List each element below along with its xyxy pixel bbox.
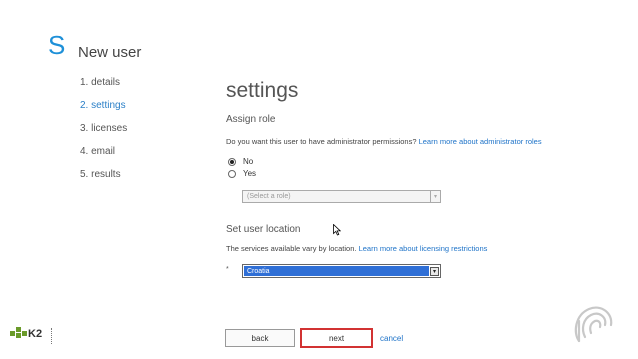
footer-divider — [51, 328, 53, 344]
learn-more-licensing-link[interactable]: Learn more about licensing restrictions — [359, 244, 488, 253]
step-settings[interactable]: 2. settings — [80, 100, 126, 111]
radio-no-option[interactable]: No — [228, 157, 253, 166]
k2-logo-mark-icon — [16, 333, 21, 338]
mouse-cursor-icon — [333, 224, 341, 236]
learn-more-admin-roles-link[interactable]: Learn more about administrator roles — [419, 137, 542, 146]
section-title: settings — [226, 79, 299, 102]
admin-question: Do you want this user to have administra… — [226, 137, 542, 146]
admin-question-text: Do you want this user to have administra… — [226, 137, 419, 146]
back-button[interactable]: back — [225, 329, 295, 347]
radio-yes-label: Yes — [243, 169, 257, 178]
location-description-text: The services available vary by location. — [226, 244, 359, 253]
chevron-down-icon[interactable]: ▾ — [430, 191, 440, 202]
k2-logo-mark-icon — [10, 331, 15, 336]
next-button[interactable]: next — [300, 328, 373, 348]
k2-logo-mark-icon — [16, 327, 21, 332]
location-select[interactable]: Croatia ▾ — [242, 264, 441, 278]
cancel-link[interactable]: cancel — [380, 334, 403, 343]
location-select-value: Croatia — [244, 266, 429, 276]
k2-logo-mark-icon — [22, 331, 27, 336]
radio-yes[interactable] — [228, 169, 236, 178]
chevron-down-icon[interactable]: ▾ — [430, 266, 439, 276]
k2-logo: K2 — [10, 327, 50, 343]
assign-role-heading: Assign role — [226, 114, 276, 125]
app-logo-icon: S — [48, 30, 66, 60]
location-description: The services available vary by location.… — [226, 244, 487, 253]
page-title: New user — [78, 44, 142, 61]
radio-no[interactable] — [228, 157, 236, 166]
k2-brand-text: K2 — [28, 328, 43, 340]
required-marker: * — [226, 266, 229, 273]
location-heading: Set user location — [226, 224, 301, 235]
step-results[interactable]: 5. results — [80, 169, 121, 180]
step-details[interactable]: 1. details — [80, 77, 120, 88]
radio-yes-option[interactable]: Yes — [228, 169, 256, 178]
step-licenses[interactable]: 3. licenses — [80, 123, 127, 134]
role-select-value: (Select a role) — [247, 193, 291, 200]
role-select[interactable]: (Select a role) ▾ — [242, 190, 441, 203]
watermark-logo-icon — [574, 306, 613, 343]
radio-no-label: No — [243, 157, 254, 166]
step-email[interactable]: 4. email — [80, 146, 115, 157]
